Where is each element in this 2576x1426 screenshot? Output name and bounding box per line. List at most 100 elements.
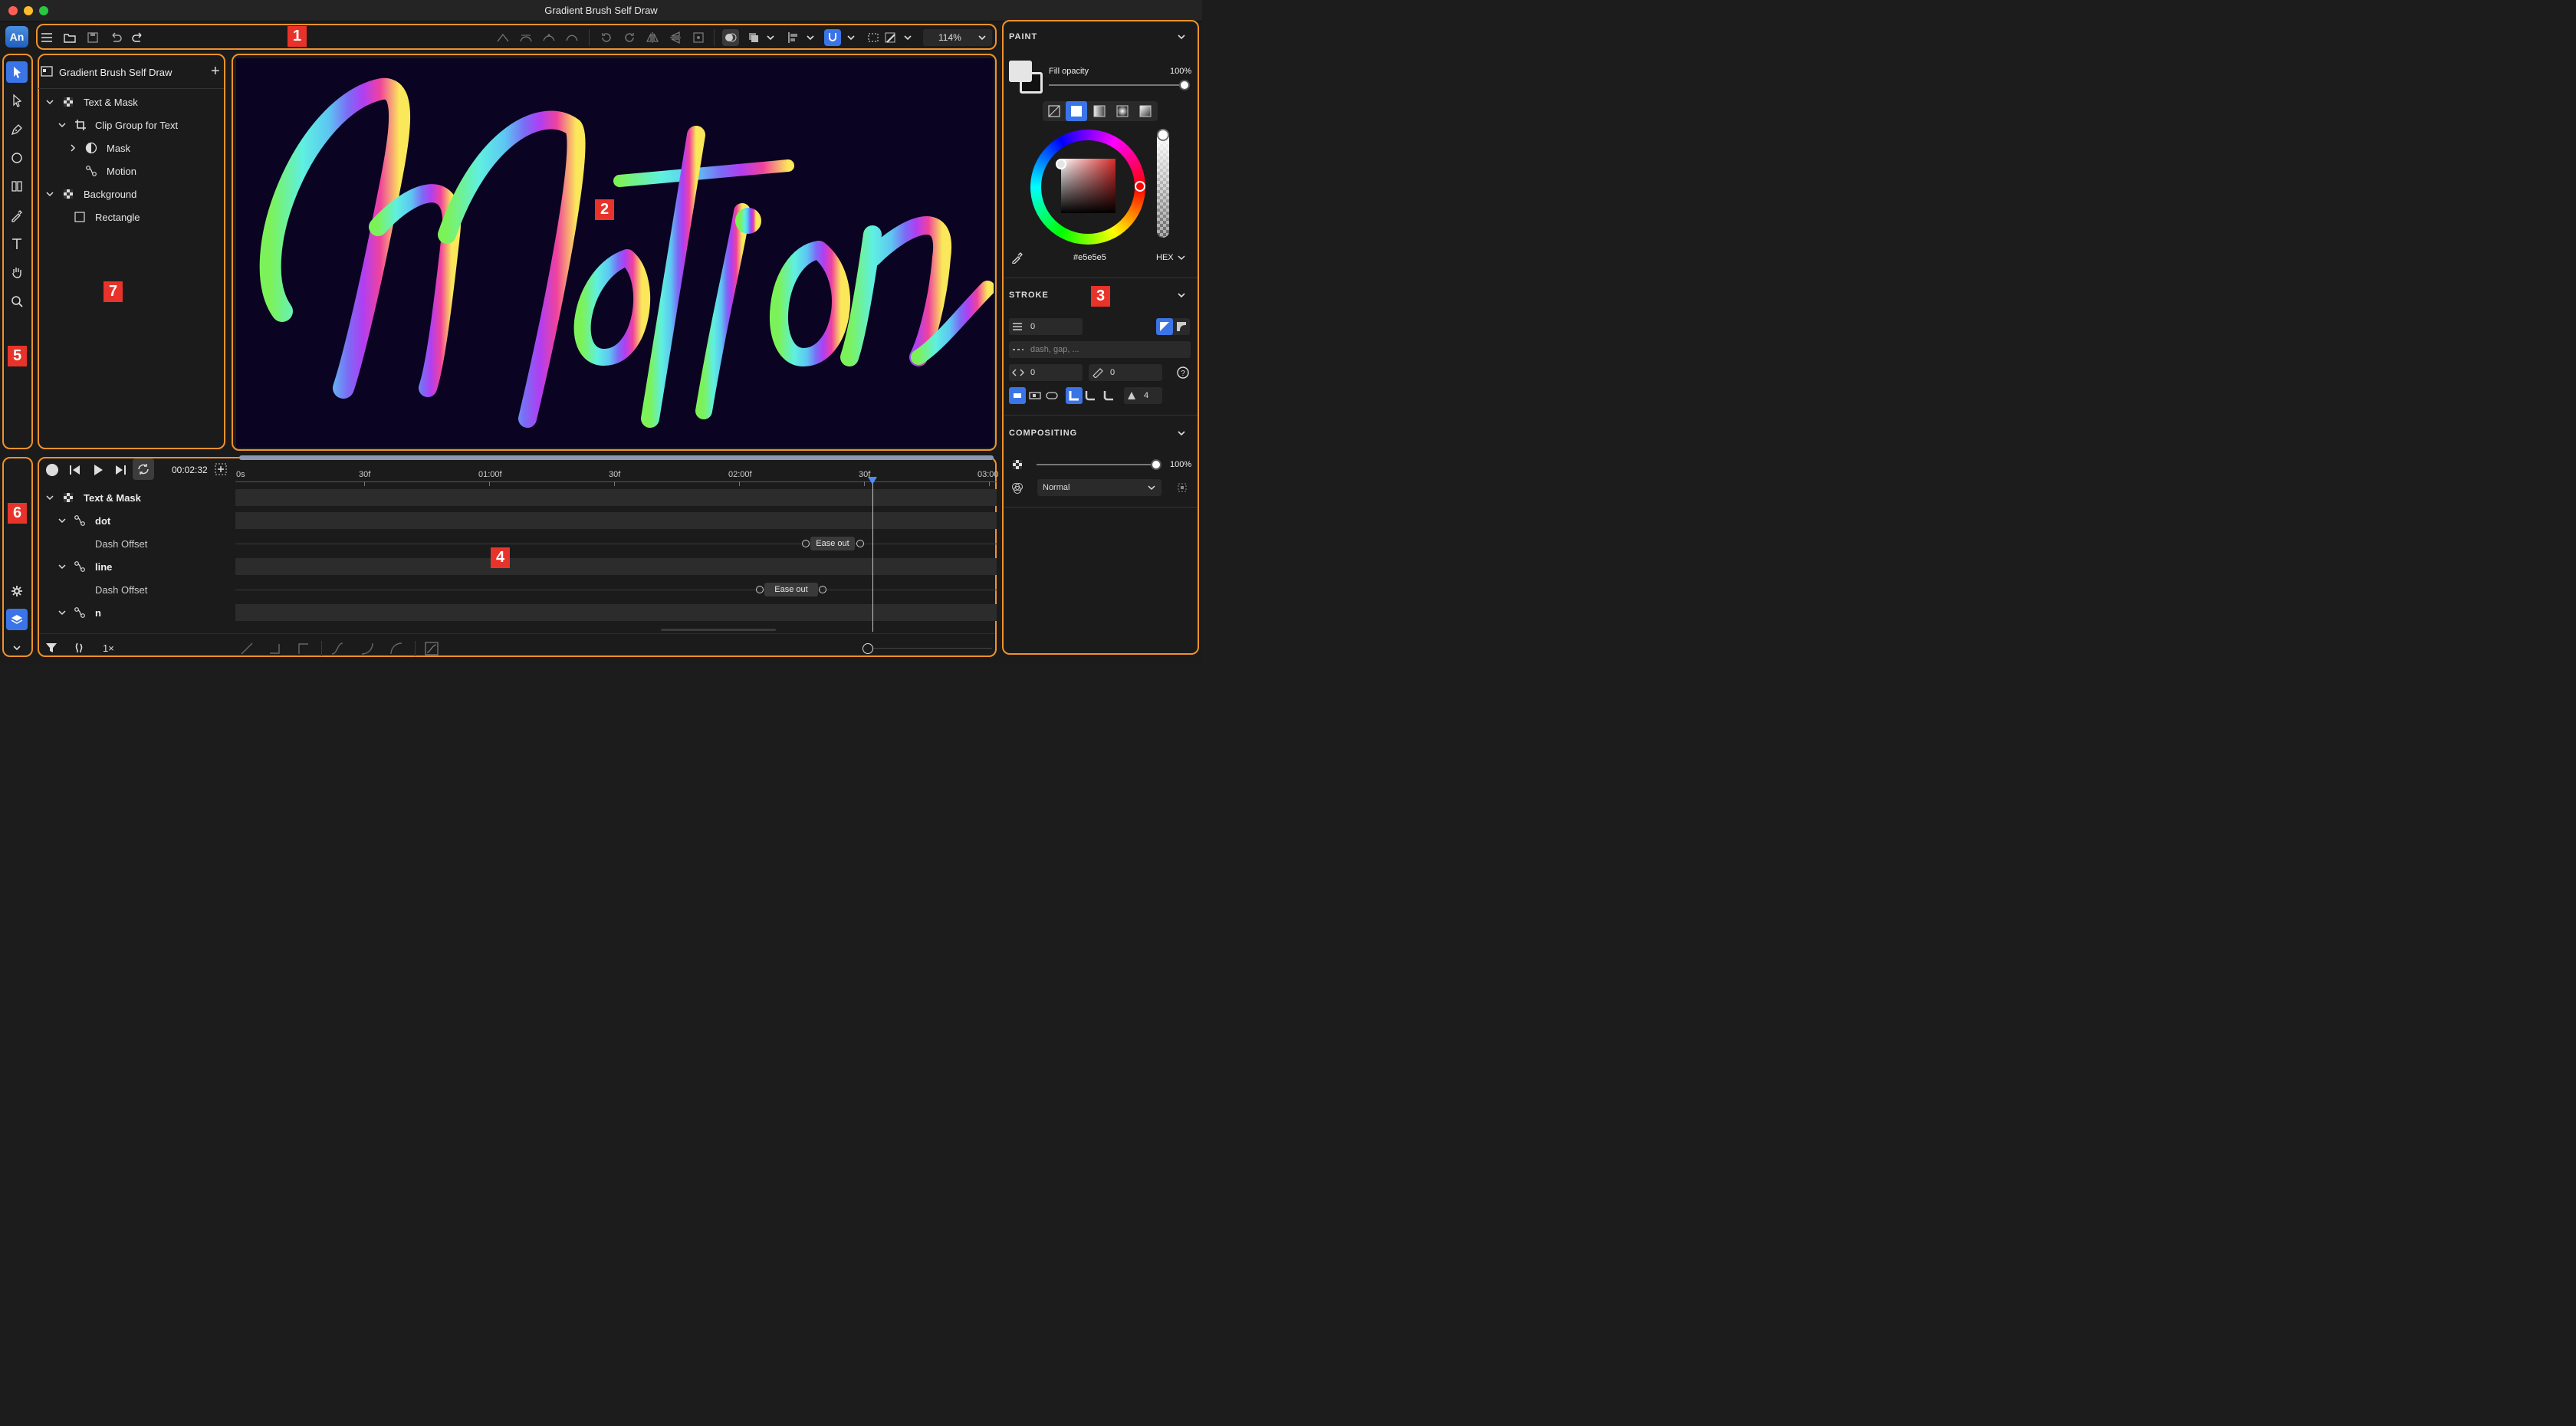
graph-editor-icon[interactable] xyxy=(424,641,439,656)
timeline-row[interactable]: n xyxy=(40,601,997,624)
image-fill-icon[interactable] xyxy=(1139,105,1152,117)
selection-box-icon[interactable] xyxy=(865,29,882,46)
timeline-scrollbar[interactable] xyxy=(239,455,994,460)
node-symmetric-icon[interactable] xyxy=(540,29,557,46)
timeline-zoom-slider[interactable] xyxy=(873,648,992,649)
chevron-right-icon[interactable] xyxy=(67,143,78,153)
zoom-tool[interactable] xyxy=(6,291,28,312)
pen-tool[interactable] xyxy=(6,119,28,140)
add-keyframe-icon[interactable] xyxy=(215,463,227,475)
chevron-down-icon[interactable] xyxy=(762,29,779,46)
ease-in-out-icon[interactable] xyxy=(330,642,344,656)
layer-item[interactable]: Text & Mask xyxy=(40,90,224,113)
onion-skin-icon[interactable] xyxy=(74,642,86,654)
ease-out-icon[interactable] xyxy=(389,642,403,656)
artboard[interactable] xyxy=(236,58,995,448)
fill-opacity-slider[interactable] xyxy=(1049,84,1183,86)
layer-opacity-slider[interactable] xyxy=(1037,464,1155,465)
artboard-tool[interactable] xyxy=(6,176,28,197)
ease-in-icon[interactable] xyxy=(360,642,374,656)
chevron-down-icon[interactable] xyxy=(975,31,989,44)
linear-gradient-icon[interactable] xyxy=(1093,105,1106,117)
open-folder-icon[interactable] xyxy=(61,29,78,46)
node-tool[interactable] xyxy=(6,90,28,111)
eyedropper-icon[interactable] xyxy=(1011,251,1024,264)
chevron-down-icon[interactable] xyxy=(57,120,67,130)
flip-vertical-icon[interactable] xyxy=(667,29,684,46)
stroke-align-inside-button[interactable] xyxy=(1156,318,1173,335)
play-icon[interactable] xyxy=(91,463,105,477)
dash-field[interactable]: dash, gap, ... xyxy=(1009,341,1191,358)
radial-gradient-icon[interactable] xyxy=(1116,105,1129,117)
chevron-down-icon[interactable] xyxy=(1175,289,1188,301)
select-tool[interactable] xyxy=(6,61,28,83)
layer-opacity-thumb[interactable] xyxy=(1151,459,1162,470)
hex-value[interactable]: #e5e5e5 xyxy=(1073,253,1106,262)
skip-start-icon[interactable] xyxy=(68,463,82,477)
snapping-magnet-icon[interactable] xyxy=(824,29,841,46)
saturation-thumb[interactable] xyxy=(1056,159,1066,169)
loop-button[interactable] xyxy=(133,458,154,480)
timeline-row[interactable]: line xyxy=(40,555,997,578)
chevron-down-icon[interactable] xyxy=(44,492,55,503)
undo-icon[interactable] xyxy=(107,29,124,46)
hold-ease-icon[interactable] xyxy=(268,642,282,656)
blend-mode-select[interactable]: Normal xyxy=(1037,479,1162,496)
fill-opacity-thumb[interactable] xyxy=(1179,80,1190,90)
ellipse-tool[interactable] xyxy=(6,147,28,169)
record-button[interactable] xyxy=(46,464,58,476)
step-ease-icon[interactable] xyxy=(297,642,310,656)
timeline-row[interactable]: dot xyxy=(40,509,997,532)
chevron-down-icon[interactable] xyxy=(57,607,67,618)
chevron-down-icon[interactable] xyxy=(57,561,67,572)
help-icon[interactable]: ? xyxy=(1176,366,1190,380)
isolation-icon[interactable] xyxy=(1176,481,1188,494)
filter-icon[interactable] xyxy=(45,642,58,654)
add-layer-button[interactable]: + xyxy=(211,64,220,79)
chevron-down-icon[interactable] xyxy=(57,515,67,526)
arrange-icon[interactable] xyxy=(745,29,762,46)
cap-square-icon[interactable] xyxy=(1029,389,1041,402)
save-icon[interactable] xyxy=(84,29,101,46)
menu-icon[interactable] xyxy=(38,29,55,46)
layer-item[interactable]: Rectangle xyxy=(40,205,224,228)
miter-limit-field[interactable]: 4 xyxy=(1124,387,1162,404)
flip-horizontal-icon[interactable] xyxy=(644,29,661,46)
no-fill-icon[interactable] xyxy=(1048,105,1060,117)
collapse-button[interactable] xyxy=(6,637,28,659)
stroke-align-outside-icon[interactable] xyxy=(1175,320,1188,333)
rotate-left-icon[interactable] xyxy=(598,29,615,46)
skip-end-icon[interactable] xyxy=(113,463,127,477)
timeline-row[interactable]: Text & Mask xyxy=(40,486,997,509)
chevron-down-icon[interactable] xyxy=(1175,427,1188,439)
chevron-down-icon[interactable] xyxy=(899,29,916,46)
hex-mode[interactable]: HEX xyxy=(1156,253,1174,262)
linear-ease-icon[interactable] xyxy=(240,642,254,656)
playhead-marker-icon[interactable] xyxy=(868,477,877,485)
cap-round-icon[interactable] xyxy=(1046,389,1058,402)
timeline-row[interactable]: Dash Offset xyxy=(40,532,997,555)
node-smart-icon[interactable] xyxy=(564,29,580,46)
eyedropper-tool[interactable] xyxy=(6,205,28,226)
join-miter-button[interactable] xyxy=(1066,387,1083,404)
hand-tool[interactable] xyxy=(6,261,28,283)
layer-item[interactable]: Clip Group for Text xyxy=(40,113,224,136)
join-round-icon[interactable] xyxy=(1084,389,1096,402)
timeline-hscroll[interactable] xyxy=(661,629,776,631)
alpha-thumb[interactable] xyxy=(1157,129,1169,141)
node-sharp-icon[interactable] xyxy=(495,29,511,46)
miter-field[interactable]: 0 xyxy=(1089,364,1162,381)
zoom-field[interactable]: 114% xyxy=(923,29,992,46)
align-icon[interactable] xyxy=(785,29,802,46)
layer-item[interactable]: Mask xyxy=(40,136,224,159)
chevron-down-icon[interactable] xyxy=(802,29,819,46)
chevron-down-icon[interactable] xyxy=(44,189,55,199)
chevron-down-icon[interactable] xyxy=(1175,31,1188,43)
transform-origin-icon[interactable] xyxy=(690,29,707,46)
saturation-square[interactable] xyxy=(1061,159,1116,213)
rotate-right-icon[interactable] xyxy=(621,29,638,46)
pixel-grid-icon[interactable] xyxy=(882,29,899,46)
settings-button[interactable] xyxy=(6,580,28,602)
layers-button[interactable] xyxy=(6,609,28,630)
redo-icon[interactable] xyxy=(130,29,146,46)
